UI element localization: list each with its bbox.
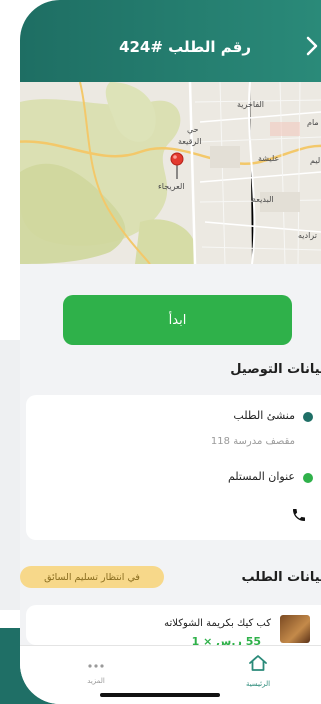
delivery-section-title: بيانات التوصيل <box>230 362 321 377</box>
map-label: عليشة <box>258 154 280 163</box>
origin-value: مقصف مدرسة 118 <box>210 436 295 447</box>
page-title: رقم الطلب #424 <box>119 38 251 56</box>
origin-dot-icon <box>303 412 313 422</box>
map-label: تراديه <box>298 231 317 240</box>
map-label: البديعة <box>252 195 274 204</box>
tab-more-label: المزيد <box>87 677 105 685</box>
recipient-dot-icon <box>303 473 313 483</box>
header-bar: رقم الطلب #424 <box>20 0 321 82</box>
map-label: الفاخرية <box>237 100 265 109</box>
map-label: ليم <box>310 156 321 165</box>
order-section-title: بيانات الطلب <box>241 570 321 585</box>
map-label: حي <box>187 125 199 134</box>
chevron-right-icon[interactable] <box>305 34 321 58</box>
start-button[interactable]: ابدأ <box>63 295 292 345</box>
status-badge: في انتظار تسليم السائق <box>20 566 164 588</box>
origin-label: منشئ الطلب <box>233 409 295 422</box>
more-dots-icon <box>87 654 105 673</box>
product-thumbnail <box>280 615 310 643</box>
product-name: كب كيك بكريمة الشوكلاته <box>164 618 271 629</box>
tab-home[interactable]: الرئيسية <box>228 654 288 688</box>
recipient-label: عنوان المستلم <box>227 470 295 483</box>
map-label: مام <box>307 118 319 127</box>
phone-screen: رقم الطلب #424 الفاخرية حي الرقيعة عليشة… <box>20 0 321 704</box>
home-indicator <box>100 693 220 697</box>
map-pin-icon <box>170 152 184 184</box>
tab-home-label: الرئيسية <box>245 680 271 688</box>
phone-icon[interactable] <box>291 507 307 527</box>
home-icon <box>248 654 268 676</box>
delivery-card: منشئ الطلب مقصف مدرسة 118 عنوان المستلم <box>26 395 321 540</box>
tab-more[interactable]: المزيد <box>66 654 126 685</box>
delivery-map[interactable]: الفاخرية حي الرقيعة عليشة العريجاء البدي… <box>20 82 321 264</box>
map-label: الرقيعة <box>178 137 202 146</box>
order-item-card[interactable]: كب كيك بكريمة الشوكلاته 55 ر.س × 1 <box>26 605 321 648</box>
